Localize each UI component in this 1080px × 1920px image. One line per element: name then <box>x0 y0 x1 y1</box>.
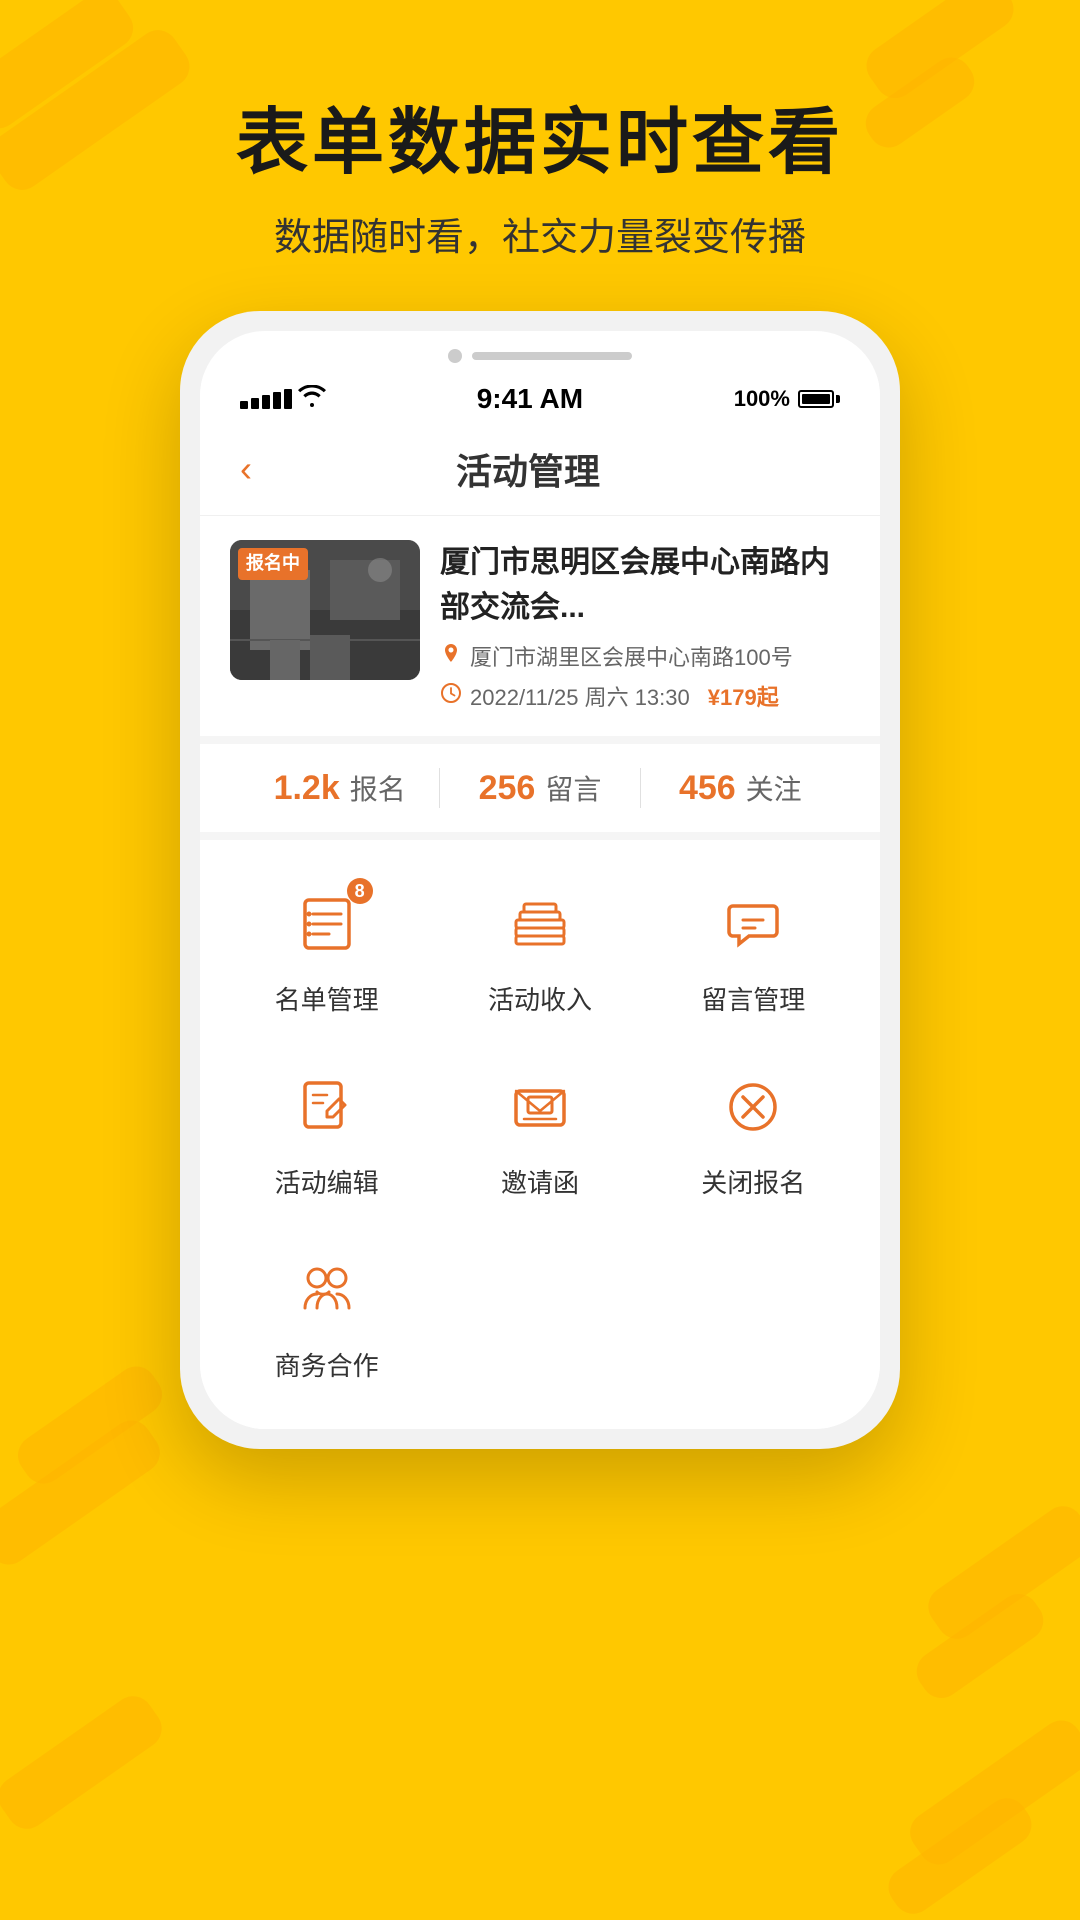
event-card[interactable]: 2 design 报名中 厦门市思明区会展中心南路内部交流会... <box>200 516 880 744</box>
stats-row: 1.2k 报名 256 留言 456 关注 <box>200 744 880 840</box>
list-manage-label: 名单管理 <box>275 980 379 1017</box>
phone-screen: 9:41 AM 100% ‹ 活动管理 <box>200 331 880 1429</box>
comment-manage-icon-wrap <box>713 884 793 964</box>
page-title: 活动管理 <box>252 443 804 495</box>
clock-icon <box>440 682 462 710</box>
menu-item-list-manage[interactable]: 8 名单管理 <box>227 860 427 1033</box>
event-meta: 厦门市湖里区会展中心南路100号 2022/11/25 周六 13:30 <box>440 640 850 712</box>
notch-bar <box>472 352 632 360</box>
close-register-icon <box>721 1075 785 1139</box>
comment-manage-icon <box>721 892 785 956</box>
invitation-label: 邀请函 <box>501 1163 579 1200</box>
close-register-icon-wrap <box>713 1067 793 1147</box>
hero-subtitle: 数据随时看，社交力量裂变传播 <box>236 206 844 261</box>
comment-manage-label: 留言管理 <box>701 980 805 1017</box>
stat-comment[interactable]: 256 留言 <box>440 768 639 808</box>
activity-income-label: 活动收入 <box>488 980 592 1017</box>
comment-label: 留言 <box>545 768 601 808</box>
event-title: 厦门市思明区会展中心南路内部交流会... <box>440 540 850 630</box>
business-coop-icon <box>295 1258 359 1322</box>
stat-follow[interactable]: 456 关注 <box>641 768 840 808</box>
stat-register[interactable]: 1.2k 报名 <box>240 768 439 808</box>
notch-dot <box>448 349 462 363</box>
location-text: 厦门市湖里区会展中心南路100号 <box>470 640 793 672</box>
battery-percent: 100% <box>734 386 790 412</box>
hero-section: 表单数据实时查看 数据随时看，社交力量裂变传播 <box>236 100 844 261</box>
register-label: 报名 <box>350 768 406 808</box>
status-time: 9:41 AM <box>477 383 583 415</box>
status-right: 100% <box>734 386 840 412</box>
phone-notch <box>200 331 880 373</box>
menu-item-invitation[interactable]: 邀请函 <box>440 1043 640 1216</box>
business-coop-icon-wrap <box>287 1250 367 1330</box>
list-manage-icon <box>295 892 359 956</box>
menu-item-business-coop[interactable]: 商务合作 <box>227 1226 427 1399</box>
event-location: 厦门市湖里区会展中心南路100号 <box>440 640 850 672</box>
menu-grid: 8 名单管理 <box>200 840 880 1429</box>
status-left <box>240 385 326 413</box>
back-button[interactable]: ‹ <box>240 448 252 490</box>
list-manage-icon-wrap: 8 <box>287 884 367 964</box>
page-content: 表单数据实时查看 数据随时看，社交力量裂变传播 <box>0 0 1080 1920</box>
menu-item-close-register[interactable]: 关闭报名 <box>653 1043 853 1216</box>
event-price: ¥179起 <box>708 680 779 712</box>
menu-item-activity-income[interactable]: 活动收入 <box>440 860 640 1033</box>
phone-mockup: 9:41 AM 100% ‹ 活动管理 <box>180 311 900 1449</box>
activity-edit-label: 活动编辑 <box>275 1163 379 1200</box>
register-count: 1.2k <box>274 769 340 808</box>
nav-bar: ‹ 活动管理 <box>200 423 880 516</box>
follow-label: 关注 <box>746 768 802 808</box>
wifi-icon <box>298 385 326 413</box>
hero-title: 表单数据实时查看 <box>236 100 844 186</box>
menu-row-1: 8 名单管理 <box>220 860 860 1033</box>
menu-row-3: 商务合作 <box>220 1226 860 1399</box>
event-info: 厦门市思明区会展中心南路内部交流会... 厦门市湖里区会展中心南路100号 <box>440 540 850 712</box>
comment-count: 256 <box>479 769 536 808</box>
close-register-label: 关闭报名 <box>701 1163 805 1200</box>
event-status-badge: 报名中 <box>238 548 308 579</box>
invitation-icon <box>508 1075 572 1139</box>
event-time: 2022/11/25 周六 13:30 ¥179起 <box>440 680 850 712</box>
invitation-icon-wrap <box>500 1067 580 1147</box>
battery-icon <box>798 390 840 408</box>
activity-edit-icon <box>295 1075 359 1139</box>
signal-icon <box>240 389 292 409</box>
activity-income-icon-wrap <box>500 884 580 964</box>
date-text: 2022/11/25 周六 13:30 <box>470 680 690 712</box>
business-coop-label: 商务合作 <box>275 1346 379 1383</box>
list-manage-badge: 8 <box>347 878 373 904</box>
follow-count: 456 <box>679 769 736 808</box>
menu-row-2: 活动编辑 邀请函 <box>220 1043 860 1216</box>
status-bar: 9:41 AM 100% <box>200 373 880 423</box>
activity-income-icon <box>508 892 572 956</box>
location-icon <box>440 642 462 670</box>
activity-edit-icon-wrap <box>287 1067 367 1147</box>
event-image: 2 design 报名中 <box>230 540 420 680</box>
menu-item-activity-edit[interactable]: 活动编辑 <box>227 1043 427 1216</box>
menu-item-comment-manage[interactable]: 留言管理 <box>653 860 853 1033</box>
